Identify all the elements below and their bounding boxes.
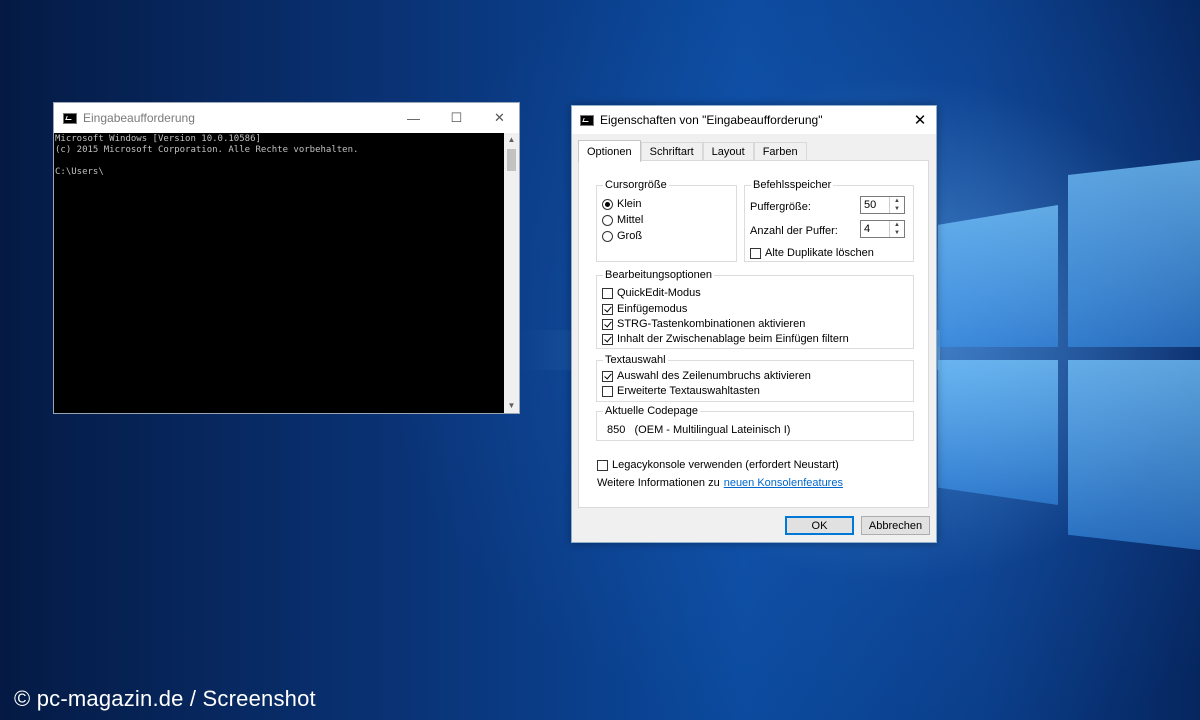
buffer-size-spinner[interactable]: 50 ▲ ▼ <box>860 196 905 214</box>
checkbox-indicator[interactable] <box>602 303 613 315</box>
spin-down-icon[interactable]: ▼ <box>890 205 904 213</box>
group-label: Bearbeitungsoptionen <box>603 269 715 281</box>
spin-down-icon[interactable]: ▼ <box>890 229 904 237</box>
checkbox-indicator[interactable] <box>750 247 761 259</box>
discard-duplicates-checkbox[interactable]: Alte Duplikate löschen <box>750 247 874 259</box>
group-label: Aktuelle Codepage <box>603 405 700 417</box>
tab-layout[interactable]: Layout <box>702 142 754 161</box>
text-selection-group: Textauswahl Auswahl des Zeilenumbruchs a… <box>596 354 914 402</box>
checkbox-label: Erweiterte Textauswahltasten <box>617 385 760 397</box>
properties-dialog: Eigenschaften von "Eingabeaufforderung" … <box>571 105 937 543</box>
windows-logo-pane <box>938 360 1058 505</box>
info-text: Weitere Informationen zu <box>597 477 720 489</box>
tab-optionen[interactable]: Optionen <box>578 140 641 162</box>
cursor-size-group: Cursorgröße Klein Mittel Groß <box>596 179 737 262</box>
checkbox-label: Auswahl des Zeilenumbruchs aktivieren <box>617 370 811 382</box>
cmd-icon <box>580 114 594 126</box>
checkbox-label: Alte Duplikate löschen <box>765 247 874 259</box>
radio-label: Mittel <box>617 214 644 226</box>
quickedit-checkbox[interactable]: QuickEdit-Modus <box>602 287 701 299</box>
tab-farben[interactable]: Farben <box>753 142 807 161</box>
checkbox-indicator[interactable] <box>597 459 608 471</box>
legacy-console-checkbox[interactable]: Legacykonsole verwenden (erfordert Neust… <box>597 459 839 471</box>
scroll-down-icon[interactable]: ▼ <box>504 399 519 413</box>
checkbox-indicator[interactable] <box>602 287 613 299</box>
console-line: Microsoft Windows [Version 10.0.10586] <box>55 134 261 144</box>
spin-up-icon[interactable]: ▲ <box>890 221 904 229</box>
radio-label: Groß <box>617 230 643 242</box>
group-label: Cursorgröße <box>603 179 669 191</box>
close-button[interactable]: ✕ <box>478 103 521 133</box>
group-label: Textauswahl <box>603 354 668 366</box>
minimize-button[interactable]: — <box>392 103 435 133</box>
radio-indicator[interactable] <box>602 214 613 226</box>
buffer-size-label: Puffergröße: <box>750 201 811 213</box>
group-label: Befehlsspeicher <box>751 179 834 191</box>
extended-selection-keys-checkbox[interactable]: Erweiterte Textauswahltasten <box>602 385 760 397</box>
dialog-close-button[interactable]: ✕ <box>904 106 936 134</box>
checkbox-indicator[interactable] <box>602 318 613 330</box>
info-line: Weitere Informationen zu neuen Konsolenf… <box>597 477 843 489</box>
line-wrap-selection-checkbox[interactable]: Auswahl des Zeilenumbruchs aktivieren <box>602 370 811 382</box>
insert-mode-checkbox[interactable]: Einfügemodus <box>602 303 687 315</box>
console-window: Eingabeaufforderung — ☐ ✕ Microsoft Wind… <box>53 102 520 414</box>
cancel-button[interactable]: Abbrechen <box>861 516 930 535</box>
radio-klein[interactable]: Klein <box>602 198 641 210</box>
edit-options-group: Bearbeitungsoptionen QuickEdit-Modus Ein… <box>596 269 914 349</box>
console-output[interactable]: Microsoft Windows [Version 10.0.10586] (c… <box>54 133 504 413</box>
windows-logo-pane <box>1068 360 1200 550</box>
scroll-up-icon[interactable]: ▲ <box>504 133 519 147</box>
checkbox-indicator[interactable] <box>602 370 613 382</box>
codepage-value: 850 (OEM - Multilingual Lateinisch I) <box>607 424 791 436</box>
console-title: Eingabeaufforderung <box>83 111 195 125</box>
ok-button[interactable]: OK <box>785 516 854 535</box>
dialog-title: Eigenschaften von "Eingabeaufforderung" <box>600 113 823 127</box>
buffer-count-spinner[interactable]: 4 ▲ ▼ <box>860 220 905 238</box>
windows-logo-pane <box>1068 160 1200 347</box>
watermark: © pc-magazin.de / Screenshot <box>14 686 316 711</box>
checkbox-label: QuickEdit-Modus <box>617 287 701 299</box>
console-features-link[interactable]: neuen Konsolenfeatures <box>724 477 843 489</box>
tab-schriftart[interactable]: Schriftart <box>640 142 703 161</box>
radio-mittel[interactable]: Mittel <box>602 214 643 226</box>
checkbox-indicator[interactable] <box>602 333 613 345</box>
command-history-group: Befehlsspeicher Puffergröße: 50 ▲ ▼ Anzah… <box>744 179 914 262</box>
ctrl-shortcuts-checkbox[interactable]: STRG-Tastenkombinationen aktivieren <box>602 318 805 330</box>
console-prompt: C:\Users\ <box>55 167 104 177</box>
radio-label: Klein <box>617 198 642 210</box>
checkbox-label: Einfügemodus <box>617 303 688 315</box>
buffer-count-label: Anzahl der Puffer: <box>750 225 838 237</box>
maximize-button[interactable]: ☐ <box>435 103 478 133</box>
tab-panel-optionen: Cursorgröße Klein Mittel Groß Befehlsspe… <box>578 160 929 508</box>
radio-indicator[interactable] <box>602 230 613 242</box>
spin-up-icon[interactable]: ▲ <box>890 197 904 205</box>
checkbox-label: STRG-Tastenkombinationen aktivieren <box>617 318 806 330</box>
checkbox-indicator[interactable] <box>602 385 613 397</box>
scrollbar-thumb[interactable] <box>507 149 516 171</box>
buffer-count-value[interactable]: 4 <box>864 223 870 235</box>
codepage-group: Aktuelle Codepage 850 (OEM - Multilingua… <box>596 405 914 441</box>
buffer-size-value[interactable]: 50 <box>864 199 876 211</box>
checkbox-label: Inhalt der Zwischenablage beim Einfügen … <box>617 333 849 345</box>
radio-gross[interactable]: Groß <box>602 230 642 242</box>
dialog-titlebar[interactable]: Eigenschaften von "Eingabeaufforderung" <box>572 106 936 134</box>
checkbox-label: Legacykonsole verwenden (erfordert Neust… <box>612 459 839 471</box>
console-scrollbar[interactable]: ▲ ▼ <box>504 133 519 413</box>
console-line: (c) 2015 Microsoft Corporation. Alle Rec… <box>55 145 359 155</box>
cmd-icon <box>63 112 77 124</box>
windows-logo-pane <box>938 205 1058 347</box>
filter-clipboard-checkbox[interactable]: Inhalt der Zwischenablage beim Einfügen … <box>602 333 849 345</box>
radio-indicator[interactable] <box>602 198 613 210</box>
tab-strip: Optionen Schriftart Layout Farben <box>578 140 807 162</box>
